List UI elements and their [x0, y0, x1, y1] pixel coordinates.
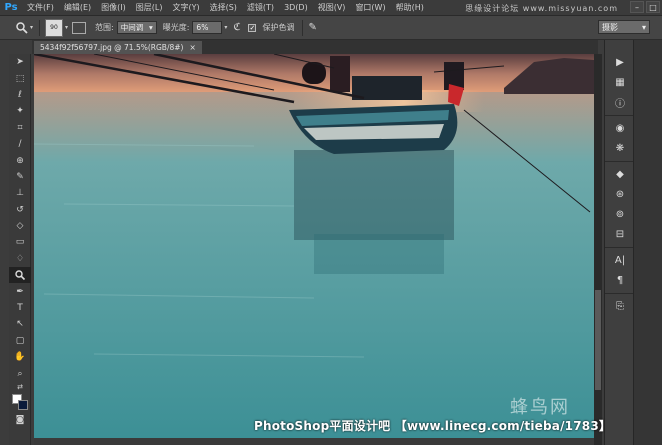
status-bar: [34, 438, 594, 445]
chevron-down-icon: ▾: [29, 24, 33, 31]
tools-panel: ➤ ⬚ ℓ ✦ ⌗ ∕ ⊕ ✎ ⊥ ↺ ◇ ▭ ♢ ✒ T ↖ ▢ ✋ ⌕ ⇄ …: [9, 54, 31, 445]
menu-select[interactable]: 选择(S): [205, 2, 242, 13]
menu-window[interactable]: 窗口(W): [350, 2, 390, 13]
pressure-icon[interactable]: ✎: [308, 22, 316, 33]
character-icon[interactable]: A|: [605, 250, 635, 270]
info-icon[interactable]: ⓘ: [605, 92, 635, 112]
brush-size-picker[interactable]: 90: [45, 18, 63, 37]
document-title: 5434f92f56797.jpg @ 71.5%(RGB/8#): [40, 43, 184, 52]
healing-brush-tool-icon[interactable]: ⊕: [9, 152, 31, 168]
range-value: 中间调: [120, 23, 144, 32]
separator: [605, 112, 633, 116]
document-tab-bar: 5434f92f56797.jpg @ 71.5%(RGB/8#) ×: [32, 40, 598, 54]
scrollbar-thumb[interactable]: [595, 290, 601, 390]
workspace-value: 摄影: [602, 22, 618, 32]
channels-icon[interactable]: ⊟: [605, 224, 635, 244]
menu-layer[interactable]: 图层(L): [131, 2, 168, 13]
document-canvas[interactable]: [34, 54, 594, 445]
site-watermark: 思缘设计论坛 www.missyuan.com: [465, 4, 618, 13]
range-select[interactable]: 中间调 ▾: [116, 21, 157, 34]
crop-tool-icon[interactable]: ⌗: [9, 120, 31, 136]
window-edge: [634, 40, 662, 445]
color-swatches[interactable]: [9, 392, 31, 412]
separator: [605, 158, 633, 162]
move-tool-icon[interactable]: ➤: [9, 54, 31, 70]
close-icon[interactable]: ×: [189, 43, 195, 52]
history-brush-tool-icon[interactable]: ↺: [9, 202, 31, 218]
zoom-tool-icon[interactable]: ⌕: [9, 365, 31, 381]
menu-file[interactable]: 文件(F): [22, 2, 59, 13]
quick-select-tool-icon[interactable]: ✦: [9, 103, 31, 119]
exposure-label: 曝光度:: [162, 23, 190, 32]
history-icon[interactable]: ⎘: [605, 296, 635, 316]
footer-banner: PhotoShop平面设计吧 【www.linecg.com/tieba/178…: [254, 419, 612, 433]
separator: [605, 244, 633, 248]
window-controls: – □: [630, 1, 660, 13]
eraser-tool-icon[interactable]: ◇: [9, 218, 31, 234]
gradient-tool-icon[interactable]: ▭: [9, 234, 31, 250]
background-color[interactable]: [18, 399, 28, 410]
lasso-tool-icon[interactable]: ℓ: [9, 87, 31, 103]
panel-dock: ▶ ▦ ⓘ ◉ ❋ ◆ ⊛ ⊚ ⊟ A| ¶ ⎘: [604, 40, 634, 445]
protect-tones-checkbox[interactable]: ✓: [248, 23, 257, 32]
pen-tool-icon[interactable]: ✒: [9, 283, 31, 299]
marquee-tool-icon[interactable]: ⬚: [9, 70, 31, 86]
separator: [302, 19, 304, 36]
photoshop-logo: Ps: [4, 2, 18, 13]
menu-image[interactable]: 图像(I): [96, 2, 131, 13]
play-icon[interactable]: ▶: [605, 52, 635, 72]
workspace-select[interactable]: 摄影 ▾: [598, 20, 650, 34]
maximize-icon[interactable]: □: [646, 1, 660, 13]
dodge-tool-icon[interactable]: [9, 267, 31, 284]
separator: [605, 290, 633, 294]
blur-tool-icon[interactable]: ♢: [9, 251, 31, 267]
airbrush-icon[interactable]: ℭ: [233, 22, 240, 33]
swap-colors-icon[interactable]: ⇄: [9, 382, 31, 392]
menu-type[interactable]: 文字(Y): [167, 2, 204, 13]
separator: [39, 19, 40, 36]
document-tab[interactable]: 5434f92f56797.jpg @ 71.5%(RGB/8#) ×: [34, 41, 202, 54]
styles-icon[interactable]: ⊛: [605, 184, 635, 204]
color-icon[interactable]: ◉: [605, 118, 635, 138]
range-label: 范围:: [95, 23, 114, 32]
chevron-down-icon[interactable]: ▾: [224, 24, 227, 31]
minimize-icon[interactable]: –: [630, 1, 644, 13]
shape-tool-icon[interactable]: ▢: [9, 333, 31, 349]
brush-panel-icon[interactable]: [72, 21, 87, 34]
menu-edit[interactable]: 编辑(E): [59, 2, 96, 13]
brush-tool-icon[interactable]: ✎: [9, 169, 31, 185]
menu-help[interactable]: 帮助(H): [391, 2, 429, 13]
chevron-down-icon: ▾: [641, 22, 646, 32]
options-bar: ▾ 90 ▾ 范围: 中间调 ▾ 曝光度: 6% ▾ ℭ ✓ 保护色调 ✎ 摄影 ▾: [0, 16, 662, 40]
brush-size-value: 90: [50, 24, 58, 31]
path-select-tool-icon[interactable]: ↖: [9, 316, 31, 332]
bird-watermark: 蜂鸟网: [510, 397, 570, 418]
magnifier-icon: [16, 21, 28, 34]
adjustments-icon[interactable]: ◆: [605, 164, 635, 184]
photo-boat-at-sunset: [34, 54, 594, 445]
chevron-down-icon: ▾: [148, 23, 153, 32]
magnifier-icon: [15, 270, 26, 281]
quick-mask-icon[interactable]: ◙: [9, 412, 31, 428]
protect-tones-label: 保护色调: [262, 23, 295, 32]
exposure-input[interactable]: 6%: [192, 21, 223, 34]
paragraph-icon[interactable]: ¶: [605, 270, 635, 290]
tool-preset-picker[interactable]: ▾: [14, 19, 34, 37]
histogram-icon[interactable]: ▦: [605, 72, 635, 92]
vertical-scrollbar[interactable]: [594, 54, 602, 445]
layers-icon[interactable]: ⊚: [605, 204, 635, 224]
clone-stamp-tool-icon[interactable]: ⊥: [9, 185, 31, 201]
exposure-value: 6%: [196, 23, 209, 32]
dock-header: [605, 40, 633, 52]
swatches-icon[interactable]: ❋: [605, 138, 635, 158]
chevron-down-icon[interactable]: ▾: [65, 24, 68, 31]
eyedropper-tool-icon[interactable]: ∕: [9, 136, 31, 152]
menu-view[interactable]: 视图(V): [313, 2, 351, 13]
menu-3d[interactable]: 3D(D): [279, 3, 313, 12]
menu-filter[interactable]: 滤镜(T): [242, 2, 279, 13]
menu-bar: Ps 文件(F) 编辑(E) 图像(I) 图层(L) 文字(Y) 选择(S) 滤…: [0, 0, 662, 16]
hand-tool-icon[interactable]: ✋: [9, 349, 31, 365]
type-tool-icon[interactable]: T: [9, 300, 31, 316]
